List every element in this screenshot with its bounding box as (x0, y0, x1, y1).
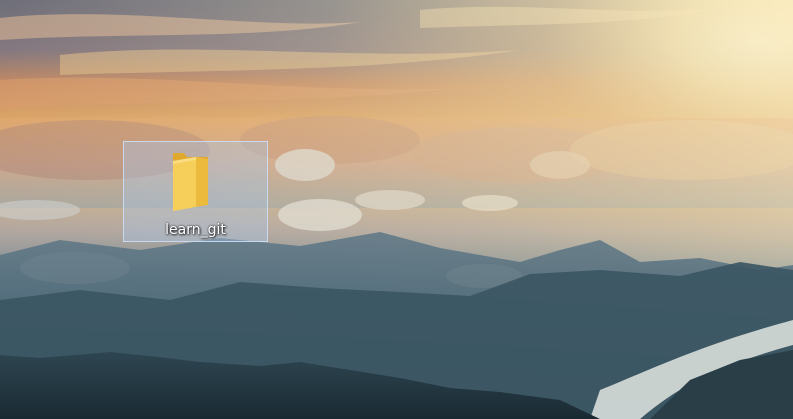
desktop-folder-learn-git[interactable]: learn_git (123, 141, 268, 242)
folder-label: learn_git (165, 222, 226, 238)
desktop-wallpaper (0, 0, 793, 419)
folder-icon (173, 153, 208, 211)
desktop[interactable]: learn_git (0, 0, 793, 419)
